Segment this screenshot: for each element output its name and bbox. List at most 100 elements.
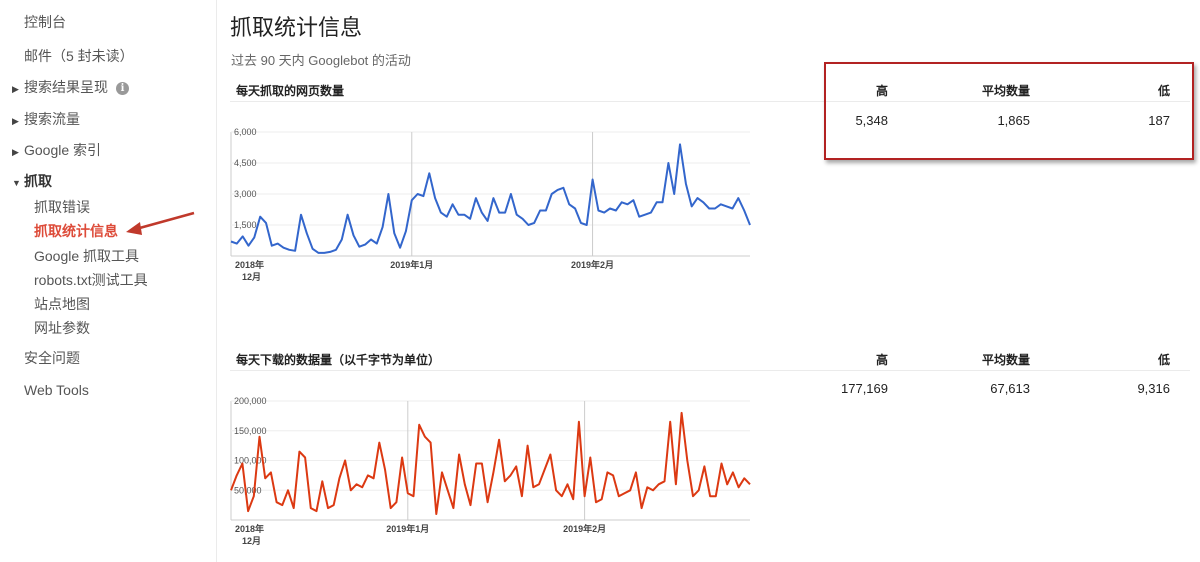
data-point [358,246,360,248]
nav-sitemaps[interactable]: 站点地图 [34,294,90,314]
y-tick-label: 1,500 [234,220,257,230]
data-point [702,201,704,203]
data-point [737,197,739,199]
nav-crawl-label: 抓取 [24,173,52,189]
data-point [333,504,335,506]
data-point [356,483,358,485]
data-point [265,222,267,224]
data-point [236,243,238,245]
nav-fetch-as-google[interactable]: Google 抓取工具 [34,246,139,266]
x-tick-label: 2019年2月 [563,523,606,534]
x-tick-label: 12月 [242,536,261,546]
data-point [481,212,483,214]
data-point [715,495,717,497]
data-point [618,495,620,497]
data-point [230,241,232,243]
data-point [635,471,637,473]
data-point [603,212,605,214]
data-point [287,489,289,491]
nav-crawl-stats[interactable]: 抓取统计信息 [34,221,118,241]
nav-security-issues[interactable]: 安全问题 [24,348,80,368]
data-point [621,201,623,203]
data-point [646,486,648,488]
data-point [447,489,449,491]
data-point [504,480,506,482]
data-point [300,214,302,216]
data-point [487,220,489,222]
triangle-right-icon: ▶ [12,116,19,126]
data-point [692,495,694,497]
data-point [341,239,343,241]
data-point [632,199,634,201]
nav-messages[interactable]: 邮件（5 封未读） [24,46,134,66]
nav-crawl[interactable]: ▼ 抓取 [12,171,52,191]
data-point [281,504,283,506]
data-point [441,471,443,473]
data-point [545,210,547,212]
data-point [469,218,471,220]
x-tick-label: 2019年1月 [386,523,429,534]
data-point [638,216,640,218]
data-point [382,226,384,228]
nav-url-parameters[interactable]: 网址参数 [34,318,90,338]
data-point [452,507,454,509]
data-point [230,489,232,491]
data-point [669,421,671,423]
nav-web-tools[interactable]: Web Tools [24,382,89,398]
data-point [242,235,244,237]
data-point [679,143,681,145]
data-point [720,203,722,205]
data-point [492,471,494,473]
data-point [361,486,363,488]
data-point [353,234,355,236]
data-point [498,439,500,441]
series-line [230,143,751,254]
data-point [475,463,477,465]
nav-search-traffic-label: 搜索流量 [24,111,80,127]
data-point [527,445,529,447]
data-point [656,201,658,203]
data-point [407,492,409,494]
data-point [259,436,261,438]
data-point [440,212,442,214]
data-point [641,507,643,509]
nav-search-traffic[interactable]: ▶ 搜索流量 [12,109,80,129]
nav-robots-tester[interactable]: robots.txt测试工具 [34,270,148,290]
data-point [241,463,243,465]
stat-value-avg: 67,613 [990,381,1030,396]
nav-dashboard[interactable]: 控制台 [24,12,66,32]
stat-label-low: 低 [1157,353,1170,367]
data-point [364,244,366,246]
data-point [574,208,576,210]
nav-google-index[interactable]: ▶ Google 索引 [12,140,101,160]
data-point [390,507,392,509]
data-point [703,465,705,467]
info-icon[interactable]: i [116,82,129,95]
data-point [464,483,466,485]
data-point [592,179,594,181]
highlight-annotation-box [824,62,1194,160]
nav-crawl-errors[interactable]: 抓取错误 [34,197,90,217]
data-point [612,474,614,476]
data-point [698,489,700,491]
data-point [253,495,255,497]
data-point [430,442,432,444]
data-point [306,232,308,234]
data-point [413,495,415,497]
data-point [516,214,518,216]
data-point [288,249,290,251]
red-arrow-icon [126,211,195,235]
data-point [350,489,352,491]
data-point [662,201,664,203]
data-point [732,208,734,210]
data-point [367,474,369,476]
stat-label-high: 高 [875,353,888,367]
data-point [323,252,325,254]
nav-search-appearance[interactable]: ▶ 搜索结果呈现 i [12,77,129,97]
data-point [532,486,534,488]
data-point [544,468,546,470]
data-point [629,489,631,491]
data-point [424,436,426,438]
data-point [293,507,295,509]
data-point [452,203,454,205]
